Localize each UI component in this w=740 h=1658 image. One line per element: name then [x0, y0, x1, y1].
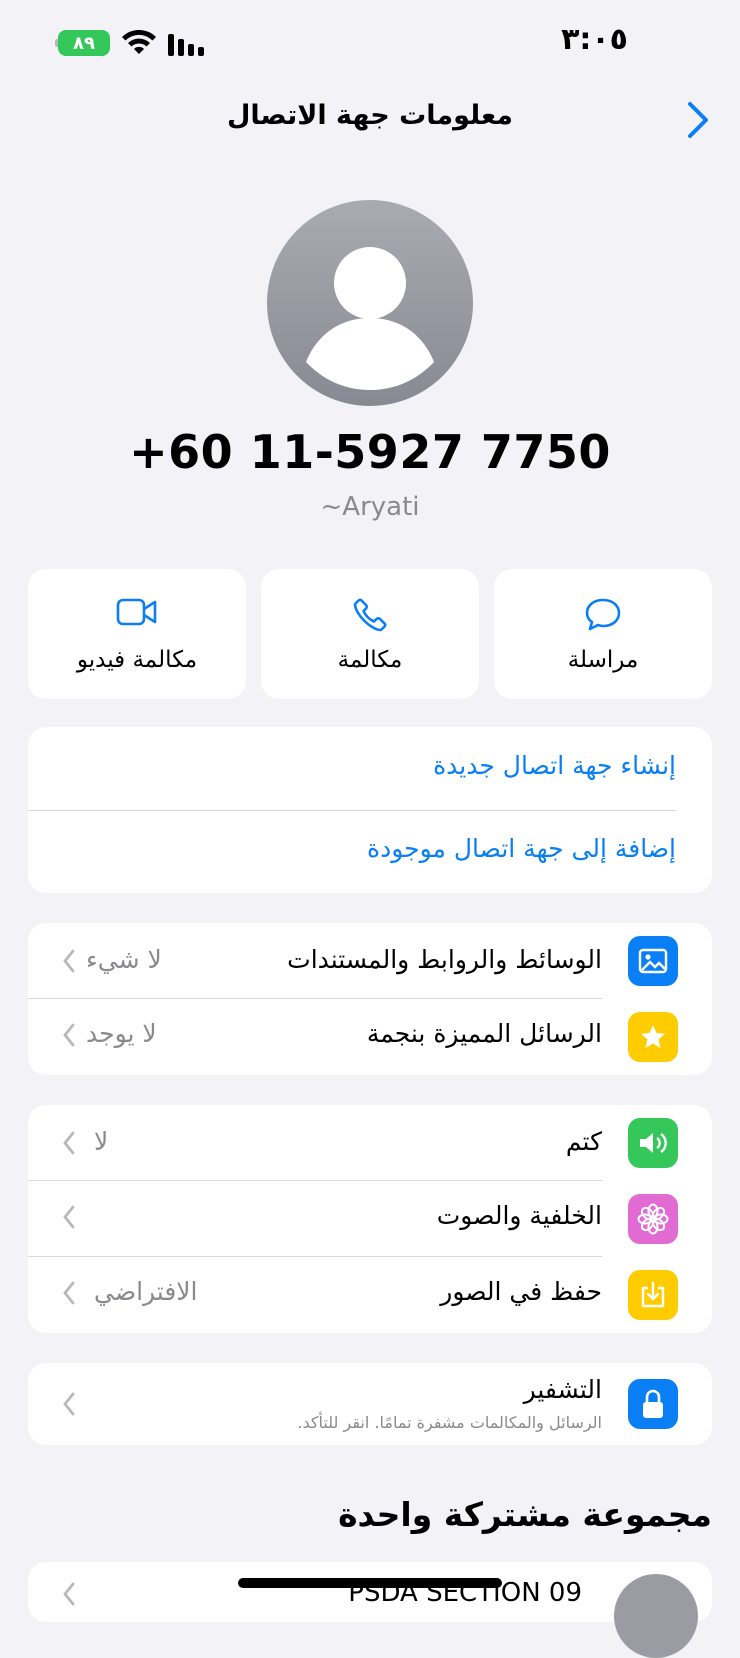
contact-alias: ~Aryati — [320, 492, 420, 522]
common-groups-header: مجموعة مشتركة واحدة — [338, 1495, 712, 1534]
starred-row[interactable]: الرسائل المميزة بنجمة لا يوجد — [28, 999, 712, 1075]
create-contact-link[interactable]: إنشاء جهة اتصال جديدة — [433, 751, 676, 780]
chevron-right-icon — [63, 949, 75, 973]
call-button[interactable]: مكالمة — [261, 569, 479, 699]
video-call-label: مكالمة فيديو — [76, 647, 198, 673]
photo-icon — [628, 936, 678, 986]
contact-options-group: إنشاء جهة اتصال جديدة إضافة إلى جهة اتصا… — [28, 727, 712, 893]
group-avatar — [614, 1574, 698, 1658]
media-row[interactable]: الوسائط والروابط والمستندات لا شيء — [28, 923, 712, 999]
chevron-right-icon — [63, 1205, 75, 1229]
encryption-subtitle: الرسائل والمكالمات مشفرة تمامًا. انقر لل… — [297, 1413, 602, 1432]
person-placeholder-icon — [306, 247, 434, 390]
media-label: الوسائط والروابط والمستندات — [287, 945, 602, 974]
contact-avatar[interactable] — [267, 200, 473, 406]
flower-icon — [628, 1194, 678, 1244]
chevron-right-icon — [63, 1131, 75, 1155]
save-to-photos-row[interactable]: حفظ في الصور الافتراضي — [28, 1257, 712, 1333]
encryption-row[interactable]: التشفير الرسائل والمكالمات مشفرة تمامًا.… — [28, 1363, 712, 1445]
battery-indicator: ٨٩ — [58, 30, 110, 56]
video-icon — [116, 598, 157, 626]
chevron-right-icon — [63, 1582, 75, 1606]
mute-label: كتم — [565, 1127, 602, 1156]
wallpaper-sound-row[interactable]: الخلفية والصوت — [28, 1181, 712, 1257]
media-value: لا شيء — [86, 945, 162, 974]
call-label: مكالمة — [337, 647, 403, 673]
encryption-title: التشفير — [523, 1375, 602, 1404]
settings-group: كتم لا الخلفية والصوت حفظ في الصور الافت… — [28, 1105, 712, 1333]
media-group: الوسائط والروابط والمستندات لا شيء الرسا… — [28, 923, 712, 1075]
wallpaper-sound-label: الخلفية والصوت — [436, 1201, 602, 1230]
mute-row[interactable]: كتم لا — [28, 1105, 712, 1181]
chevron-right-icon — [63, 1392, 75, 1416]
home-indicator[interactable] — [238, 1578, 502, 1588]
download-icon — [628, 1270, 678, 1320]
lock-icon — [628, 1379, 678, 1429]
speaker-icon — [628, 1118, 678, 1168]
save-to-photos-value: الافتراضي — [94, 1277, 198, 1306]
message-label: مراسلة — [567, 647, 639, 673]
contact-phone-number: +60 11-5927 7750 — [129, 425, 611, 479]
chevron-right-icon — [63, 1023, 75, 1047]
message-button[interactable]: مراسلة — [494, 569, 712, 699]
phone-icon — [353, 598, 387, 632]
mute-value: لا — [94, 1127, 109, 1156]
wifi-icon — [122, 30, 156, 54]
message-icon — [585, 598, 621, 631]
page-title: معلومات جهة الاتصال — [226, 100, 514, 131]
divider — [28, 810, 676, 811]
save-to-photos-label: حفظ في الصور — [440, 1277, 602, 1306]
chevron-right-icon — [63, 1281, 75, 1305]
starred-value: لا يوجد — [86, 1019, 157, 1048]
status-time: ٣:٠٥ — [561, 22, 628, 57]
add-existing-contact-link[interactable]: إضافة إلى جهة اتصال موجودة — [367, 834, 676, 863]
starred-label: الرسائل المميزة بنجمة — [366, 1019, 602, 1048]
video-call-button[interactable]: مكالمة فيديو — [28, 569, 246, 699]
cellular-signal-icon — [168, 34, 204, 56]
star-icon — [628, 1012, 678, 1062]
